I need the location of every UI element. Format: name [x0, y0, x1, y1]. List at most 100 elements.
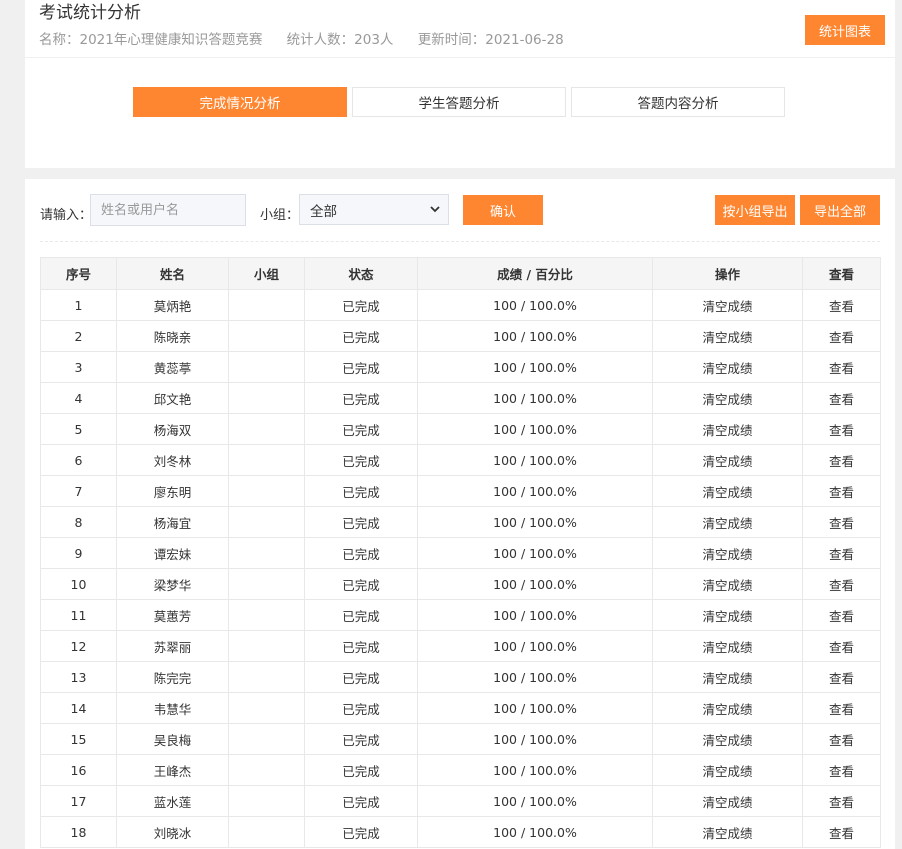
view-link[interactable]: 查看 — [802, 444, 881, 476]
clear-score-link[interactable]: 清空成绩 — [652, 537, 803, 569]
row-number: 1 — [40, 289, 117, 321]
group-select[interactable]: 全部 — [299, 194, 449, 225]
tab-answer-content-analysis[interactable]: 答题内容分析 — [571, 87, 785, 117]
score-percentage: 100 / 100.0% — [417, 723, 653, 755]
statistics-chart-button[interactable]: 统计图表 — [805, 15, 885, 45]
clear-score-link[interactable]: 清空成绩 — [652, 754, 803, 786]
view-link[interactable]: 查看 — [802, 816, 881, 848]
view-link[interactable]: 查看 — [802, 630, 881, 662]
view-link[interactable]: 查看 — [802, 599, 881, 631]
view-link[interactable]: 查看 — [802, 351, 881, 383]
table-row: 5 杨海双 已完成 100 / 100.0% 清空成绩 查看 — [40, 413, 881, 445]
view-link[interactable]: 查看 — [802, 723, 881, 755]
student-group — [228, 816, 305, 848]
chevron-down-icon — [430, 206, 440, 213]
table-header-row: 序号 姓名 小组 状态 成绩 / 百分比 操作 查看 — [40, 257, 881, 290]
clear-score-link[interactable]: 清空成绩 — [652, 723, 803, 755]
score-percentage: 100 / 100.0% — [417, 785, 653, 817]
clear-score-link[interactable]: 清空成绩 — [652, 816, 803, 848]
completion-status: 已完成 — [304, 444, 418, 476]
column-header-action: 操作 — [652, 257, 803, 290]
tab-student-answer-analysis[interactable]: 学生答题分析 — [352, 87, 566, 117]
clear-score-link[interactable]: 清空成绩 — [652, 444, 803, 476]
column-header-status: 状态 — [304, 257, 418, 290]
search-input[interactable] — [90, 194, 246, 226]
view-link[interactable]: 查看 — [802, 754, 881, 786]
score-percentage: 100 / 100.0% — [417, 382, 653, 414]
column-header-group: 小组 — [228, 257, 305, 290]
view-link[interactable]: 查看 — [802, 785, 881, 817]
view-link[interactable]: 查看 — [802, 413, 881, 445]
clear-score-link[interactable]: 清空成绩 — [652, 630, 803, 662]
student-name: 刘冬林 — [116, 444, 229, 476]
row-number: 8 — [40, 506, 117, 538]
view-link[interactable]: 查看 — [802, 289, 881, 321]
clear-score-link[interactable]: 清空成绩 — [652, 351, 803, 383]
view-link[interactable]: 查看 — [802, 475, 881, 507]
student-group — [228, 630, 305, 662]
view-link[interactable]: 查看 — [802, 382, 881, 414]
export-by-group-button[interactable]: 按小组导出 — [715, 195, 795, 225]
group-label: 小组： — [260, 208, 300, 223]
student-group — [228, 413, 305, 445]
clear-score-link[interactable]: 清空成绩 — [652, 475, 803, 507]
column-header-score: 成绩 / 百分比 — [417, 257, 653, 290]
score-percentage: 100 / 100.0% — [417, 475, 653, 507]
group-select-value: 全部 — [310, 203, 337, 220]
student-name: 杨海宜 — [116, 506, 229, 538]
table-row: 3 黄蕊葶 已完成 100 / 100.0% 清空成绩 查看 — [40, 351, 881, 383]
update-time: 更新时间：2021-06-28 — [417, 32, 564, 48]
clear-score-link[interactable]: 清空成绩 — [652, 413, 803, 445]
student-group — [228, 351, 305, 383]
view-link[interactable]: 查看 — [802, 537, 881, 569]
completion-status: 已完成 — [304, 351, 418, 383]
student-group — [228, 599, 305, 631]
export-all-button[interactable]: 导出全部 — [800, 195, 880, 225]
clear-score-link[interactable]: 清空成绩 — [652, 599, 803, 631]
exam-meta: 名称：2021年心理健康知识答题竞赛 统计人数：203人 更新时间：2021-0… — [39, 28, 584, 48]
confirm-button[interactable]: 确认 — [463, 195, 543, 225]
view-link[interactable]: 查看 — [802, 568, 881, 600]
tab-completion-analysis[interactable]: 完成情况分析 — [133, 87, 347, 117]
student-name: 梁梦华 — [116, 568, 229, 600]
score-percentage: 100 / 100.0% — [417, 289, 653, 321]
student-group — [228, 537, 305, 569]
student-group — [228, 754, 305, 786]
clear-score-link[interactable]: 清空成绩 — [652, 506, 803, 538]
row-number: 13 — [40, 661, 117, 693]
table-row: 1 莫炳艳 已完成 100 / 100.0% 清空成绩 查看 — [40, 289, 881, 321]
student-group — [228, 475, 305, 507]
row-number: 4 — [40, 382, 117, 414]
clear-score-link[interactable]: 清空成绩 — [652, 692, 803, 724]
score-percentage: 100 / 100.0% — [417, 816, 653, 848]
clear-score-link[interactable]: 清空成绩 — [652, 661, 803, 693]
clear-score-link[interactable]: 清空成绩 — [652, 289, 803, 321]
table-row: 2 陈晓亲 已完成 100 / 100.0% 清空成绩 查看 — [40, 320, 881, 352]
row-number: 3 — [40, 351, 117, 383]
view-link[interactable]: 查看 — [802, 506, 881, 538]
student-name: 莫蕙芳 — [116, 599, 229, 631]
clear-score-link[interactable]: 清空成绩 — [652, 785, 803, 817]
clear-score-link[interactable]: 清空成绩 — [652, 382, 803, 414]
completion-status: 已完成 — [304, 785, 418, 817]
row-number: 7 — [40, 475, 117, 507]
row-number: 6 — [40, 444, 117, 476]
table-row: 11 莫蕙芳 已完成 100 / 100.0% 清空成绩 查看 — [40, 599, 881, 631]
student-name: 陈晓亲 — [116, 320, 229, 352]
student-group — [228, 692, 305, 724]
table-row: 18 刘晓冰 已完成 100 / 100.0% 清空成绩 查看 — [40, 816, 881, 848]
clear-score-link[interactable]: 清空成绩 — [652, 320, 803, 352]
row-number: 2 — [40, 320, 117, 352]
student-name: 苏翠丽 — [116, 630, 229, 662]
view-link[interactable]: 查看 — [802, 661, 881, 693]
student-group — [228, 289, 305, 321]
view-link[interactable]: 查看 — [802, 692, 881, 724]
completion-status: 已完成 — [304, 382, 418, 414]
completion-status: 已完成 — [304, 692, 418, 724]
student-name: 陈完完 — [116, 661, 229, 693]
score-percentage: 100 / 100.0% — [417, 320, 653, 352]
row-number: 16 — [40, 754, 117, 786]
clear-score-link[interactable]: 清空成绩 — [652, 568, 803, 600]
results-panel: 请输入： 小组： 全部 确认 按小组导出 导出全部 序号 姓名 小组 状态 成绩… — [25, 179, 895, 849]
view-link[interactable]: 查看 — [802, 320, 881, 352]
